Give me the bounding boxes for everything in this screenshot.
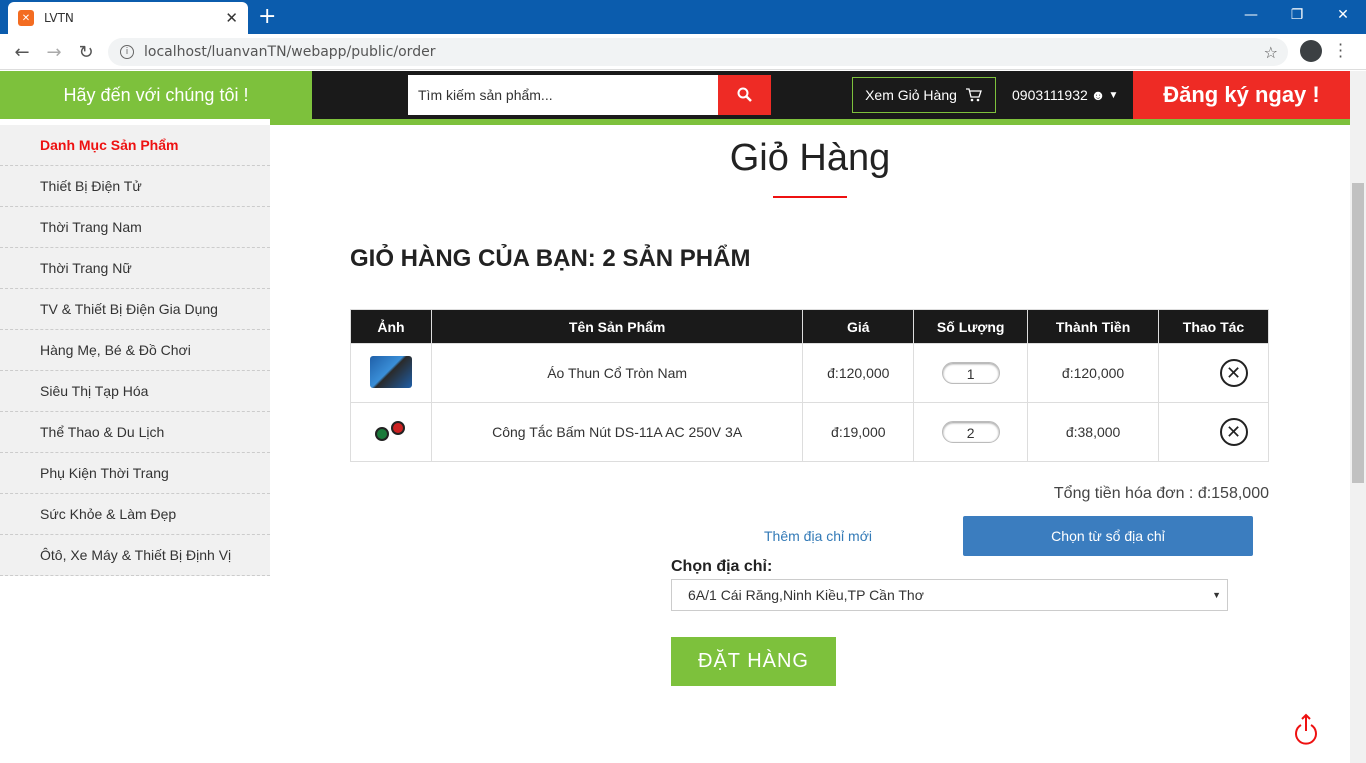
url-text: localhost/luanvanTN/webapp/public/order	[144, 44, 436, 60]
search-input[interactable]	[408, 75, 718, 115]
remove-item-icon[interactable]: ✕	[1219, 359, 1248, 387]
url-field[interactable]: i localhost/luanvanTN/webapp/public/orde…	[108, 38, 1288, 66]
product-thumbnail-switch[interactable]	[371, 415, 411, 447]
category-sidebar: Danh Mục Sản Phẩm Thiết Bị Điện Tử Thời …	[0, 125, 270, 576]
product-subtotal: đ:120,000	[1027, 343, 1160, 403]
remove-item-icon[interactable]: ✕	[1219, 418, 1248, 446]
tab-title: LVTN	[44, 11, 74, 25]
reload-icon[interactable]: ↻	[74, 40, 98, 64]
sidebar-item-tv-appliances[interactable]: TV & Thiết Bị Điện Gia Dụng	[0, 289, 270, 330]
view-cart-button[interactable]: Xem Giỏ Hàng	[852, 77, 996, 113]
cart-table: Ảnh Tên Sản Phẩm Giá Số Lượng Thành Tiền…	[350, 309, 1269, 462]
browser-tab[interactable]: ✕ LVTN ✕	[8, 2, 248, 34]
power-arrow-icon	[1295, 713, 1317, 745]
col-header-action: Thao Tác	[1158, 309, 1269, 344]
col-header-image: Ảnh	[350, 309, 432, 344]
col-header-price: Giá	[802, 309, 915, 344]
table-header-row: Ảnh Tên Sản Phẩm Giá Số Lượng Thành Tiền…	[350, 309, 1269, 344]
product-price: đ:19,000	[802, 402, 915, 462]
qty-cell: 1	[913, 343, 1029, 403]
address-label: Chọn địa chỉ:	[671, 558, 773, 575]
search-button[interactable]	[718, 75, 771, 115]
sidebar-item-sports-travel[interactable]: Thể Thao & Du Lịch	[0, 412, 270, 453]
cart-summary-title: GIỎ HÀNG CỦA BẠN: 2 SẢN PHẨM	[350, 245, 751, 272]
sidebar-heading: Danh Mục Sản Phẩm	[0, 125, 270, 166]
order-total: Tổng tiền hóa đơn : đ:158,000	[1053, 485, 1269, 502]
sidebar-item-men-fashion[interactable]: Thời Trang Nam	[0, 207, 270, 248]
restore-icon[interactable]: ❐	[1274, 0, 1320, 30]
quantity-input[interactable]: 1	[941, 362, 1000, 384]
product-image-cell	[350, 343, 432, 403]
search-icon	[737, 87, 752, 102]
sidebar-item-electronics[interactable]: Thiết Bị Điện Tử	[0, 166, 270, 207]
product-image-cell	[350, 402, 432, 462]
product-thumbnail-shirt[interactable]	[369, 355, 412, 388]
register-button[interactable]: Đăng ký ngay !	[1133, 71, 1350, 119]
dropdown-arrow-icon: ▼	[1212, 590, 1221, 600]
header-divider	[270, 119, 1350, 125]
scroll-to-top-icon[interactable]	[1292, 712, 1320, 746]
cart-icon	[965, 88, 982, 102]
site-header: Hãy đến với chúng tôi ! Xem Giỏ Hàng 090…	[0, 71, 1350, 119]
chevron-down-icon: ▼	[1108, 89, 1119, 101]
address-selected-value: 6A/1 Cái Răng,Ninh Kiều,TP Cần Thơ	[688, 587, 924, 603]
col-header-subtotal: Thành Tiền	[1027, 309, 1160, 344]
page-title: Giỏ Hàng	[729, 137, 891, 179]
table-row: Áo Thun Cổ Tròn Nam đ:120,000 1 đ:120,00…	[350, 343, 1269, 403]
product-price: đ:120,000	[802, 343, 915, 403]
sidebar-item-grocery[interactable]: Siêu Thị Tạp Hóa	[0, 371, 270, 412]
profile-avatar[interactable]	[1300, 40, 1322, 62]
page-scrollbar[interactable]	[1350, 71, 1366, 763]
phone-number: 0903111932	[1012, 87, 1088, 103]
quantity-input[interactable]: 2	[941, 421, 1000, 443]
scrollbar-thumb[interactable]	[1352, 183, 1364, 483]
browser-menu-icon[interactable]: · · ·	[1338, 37, 1343, 65]
product-name: Công Tắc Bấm Nút DS-11A AC 250V 3A	[430, 402, 804, 462]
sidebar-item-mom-baby-toys[interactable]: Hàng Mẹ, Bé & Đồ Chơi	[0, 330, 270, 371]
product-subtotal: đ:38,000	[1027, 402, 1160, 462]
title-underline	[773, 196, 847, 198]
address-select[interactable]: 6A/1 Cái Răng,Ninh Kiều,TP Cần Thơ ▼	[671, 579, 1228, 611]
user-icon: ☻	[1090, 87, 1106, 103]
table-row: Công Tắc Bấm Nút DS-11A AC 250V 3A đ:19,…	[350, 402, 1269, 462]
forward-icon[interactable]: →	[42, 40, 66, 64]
minimize-icon[interactable]: —	[1228, 0, 1274, 30]
xampp-favicon-icon: ✕	[18, 10, 34, 26]
qty-cell: 2	[913, 402, 1029, 462]
sidebar-item-women-fashion[interactable]: Thời Trang Nữ	[0, 248, 270, 289]
greeting-banner: Hãy đến với chúng tôi !	[0, 71, 312, 119]
close-window-icon[interactable]: ✕	[1320, 0, 1366, 30]
col-header-qty: Số Lượng	[913, 309, 1029, 344]
action-cell: ✕	[1158, 402, 1269, 462]
back-icon[interactable]: ←	[10, 40, 34, 64]
view-cart-label: Xem Giỏ Hàng	[865, 87, 957, 103]
sidebar-item-accessories[interactable]: Phụ Kiện Thời Trang	[0, 453, 270, 494]
action-cell: ✕	[1158, 343, 1269, 403]
new-tab-icon[interactable]: +	[258, 4, 276, 29]
col-header-name: Tên Sản Phẩm	[430, 309, 804, 344]
product-name: Áo Thun Cổ Tròn Nam	[430, 343, 804, 403]
pick-from-address-book-button[interactable]: Chọn từ sổ địa chỉ	[963, 516, 1253, 556]
sidebar-item-auto-gps[interactable]: Ôtô, Xe Máy & Thiết Bị Định Vị	[0, 535, 270, 576]
place-order-button[interactable]: ĐẶT HÀNG	[671, 637, 836, 686]
info-icon[interactable]: i	[120, 45, 134, 59]
bookmark-star-icon[interactable]: ☆	[1264, 43, 1278, 62]
account-menu[interactable]: 0903111932 ☻ ▼	[1012, 71, 1118, 119]
browser-tabbar: ✕ LVTN ✕ + — ❐ ✕	[0, 0, 1366, 34]
add-new-address-link[interactable]: Thêm địa chỉ mới	[764, 528, 872, 544]
close-tab-icon[interactable]: ✕	[225, 9, 238, 27]
address-bar: ← → ↻ i localhost/luanvanTN/webapp/publi…	[0, 34, 1366, 70]
sidebar-item-health-beauty[interactable]: Sức Khỏe & Làm Đẹp	[0, 494, 270, 535]
